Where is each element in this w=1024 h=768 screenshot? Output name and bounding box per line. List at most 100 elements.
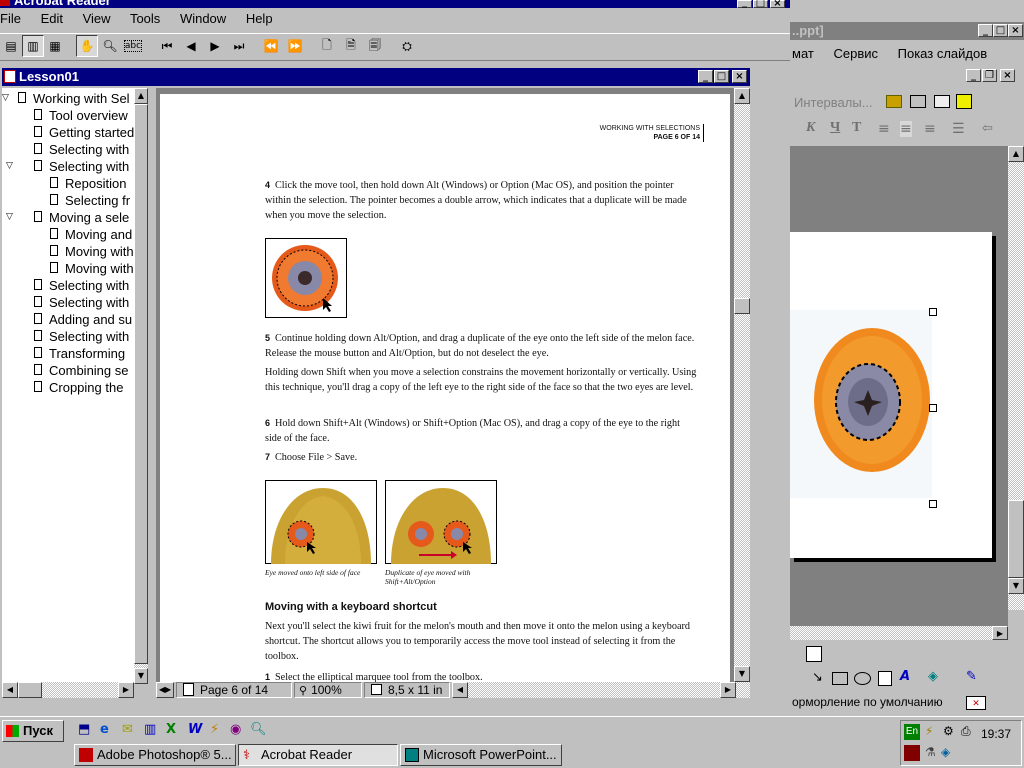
last-page-icon[interactable]: ⏭ [228,35,250,57]
doc-maximize-button[interactable]: □ [714,70,729,83]
menu-edit[interactable]: Edit [41,11,63,26]
bookmarks-vertical-scrollbar[interactable]: ▲ ▼ [134,88,148,684]
pp-timing-label[interactable]: Интервалы... [794,95,873,110]
menu-file[interactable]: File [0,11,21,26]
fill-color-icon[interactable]: ◈ [928,669,938,684]
page-scroll-up-button[interactable]: ▲ [734,88,750,104]
page-only-icon[interactable]: ▤ [0,35,22,57]
powerpoint-minimize-button[interactable]: _ [978,24,993,37]
rectangle-icon[interactable] [910,95,926,108]
grid-icon[interactable] [934,95,950,108]
excel-icon[interactable]: X [166,722,176,737]
page-horizontal-scrollbar[interactable]: ◀ ▶ [452,682,750,698]
folder-icon[interactable] [886,95,902,108]
pdf-page[interactable]: WORKING WITH SELECTIONS PAGE 6 OF 14 4 Cl… [160,94,730,682]
promote-icon[interactable]: ⇦ [982,121,993,136]
page-vertical-scrollbar[interactable]: ▲ ▼ [734,88,750,682]
document-titlebar[interactable]: Lesson01 _ □ × [2,68,750,86]
kiwi-selection-image[interactable] [790,310,940,510]
expand-triangle-icon[interactable]: ▽ [2,90,9,107]
tray-icon-3[interactable]: ⚗ [925,745,936,759]
doc-minimize-button[interactable]: _ [698,70,713,83]
handle[interactable] [929,404,937,412]
menu-tools[interactable]: Tools [130,11,160,26]
acrobat-close-button[interactable]: × [770,0,785,9]
zoom-field[interactable]: ⚲ 100% [294,682,362,698]
slide-view-icon[interactable] [806,646,822,662]
ellipse-tool-icon[interactable] [854,672,871,685]
pp-scroll-down-button[interactable]: ▼ [1008,578,1024,594]
expand-triangle-icon[interactable]: ▽ [6,209,13,226]
page-number-field[interactable]: Page 6 of 14 [176,682,292,698]
acrobat-window[interactable]: Acrobat Reader _ □ × File Edit View Tool… [0,0,790,716]
line-color-icon[interactable]: ✎ [966,669,977,684]
page-view[interactable]: WORKING WITH SELECTIONS PAGE 6 OF 14 4 Cl… [156,88,734,682]
tray-icon-2[interactable]: ⚙ [943,724,954,738]
fit-page-icon[interactable]: 🗎 [340,35,362,57]
bookmarks-horizontal-scrollbar[interactable]: ◀ ▶ [2,682,134,698]
bookmarks-page-icon[interactable]: ▥ [22,35,44,57]
task-acrobat[interactable]: ⚕ Acrobat Reader [238,744,398,766]
handle[interactable] [929,308,937,316]
bookmarks-scroll-up-button[interactable]: ▲ [134,88,148,104]
first-page-icon[interactable]: ⏮ [156,35,178,57]
tray-icon-4[interactable]: ◈ [941,745,950,759]
handle[interactable] [929,500,937,508]
italic-icon[interactable]: K [806,120,815,136]
menu-view[interactable]: View [83,11,111,26]
pp-scroll-up-button[interactable]: ▲ [1008,146,1024,162]
start-button[interactable]: Пуск [2,720,64,742]
pp-slide[interactable] [790,232,992,558]
pp-doc-minimize-button[interactable]: _ [966,69,981,82]
thumbnails-page-icon[interactable]: ▦ [44,35,66,57]
page-scroll-left-button[interactable]: ◀ [452,682,468,698]
bookmarks-scroll-left-button[interactable]: ◀ [2,682,18,698]
tray-icon-1[interactable]: ⚡ [925,724,933,738]
language-indicator-2[interactable] [904,745,920,761]
acrobat-app-icon[interactable] [0,0,10,6]
menu-window[interactable]: Window [180,11,226,26]
desktop-icon[interactable]: ⬒ [78,722,90,737]
pp-scroll-right-button[interactable]: ▶ [992,626,1008,640]
powerpoint-window[interactable]: ..ppt] _ □ × мат Сервис Показ слайдов _ … [790,0,1024,716]
powerpoint-close-button[interactable]: × [1008,24,1023,37]
pp-doc-close-button[interactable]: × [1000,69,1015,82]
menu-help[interactable]: Help [246,11,273,26]
align-center-icon[interactable]: ≡ [900,121,912,137]
powerpoint-quick-icon[interactable]: ⚡ [210,722,219,737]
language-indicator[interactable]: En [904,724,920,740]
expand-triangle-icon[interactable]: ▽ [6,158,13,175]
printer-icon[interactable]: ⎙ [961,724,971,739]
actual-size-icon[interactable]: 🗋 [316,35,338,57]
wordart-tool-icon[interactable]: A [900,669,910,684]
word-doc-icon[interactable]: ▥ [144,722,156,737]
acrobat-titlebar[interactable]: Acrobat Reader [0,0,790,8]
fit-width-icon[interactable]: 🗐 [364,35,386,57]
ie-icon[interactable]: e [100,722,109,737]
page-scroll-left-small[interactable]: ◀▶ [156,682,174,698]
bookmarks-scroll-thumb[interactable] [134,104,148,664]
underline-icon[interactable]: Ч [830,120,840,136]
arrow-tool-icon[interactable]: ↘ [812,670,823,685]
next-page-icon[interactable]: ▶ [204,35,226,57]
access-icon[interactable]: ◉ [230,722,241,737]
align-right-icon[interactable]: ≡ [924,121,936,137]
pp-menu-service[interactable]: Сервис [833,46,878,61]
shadow-icon[interactable]: T [852,120,861,136]
spellcheck-icon[interactable]: ✕ [966,696,986,710]
zoom-tool-icon[interactable]: 🔍︎ [99,35,121,57]
document-window[interactable]: Lesson01 _ □ × ▽ Working with Sel Tool ove… [0,66,752,700]
text-select-icon[interactable]: abc [122,35,144,57]
powerpoint-maximize-button[interactable]: □ [993,24,1008,37]
doc-close-button[interactable]: × [732,70,747,83]
find-icon[interactable]: ⛭ [396,35,418,57]
pp-menu-format[interactable]: мат [792,46,814,61]
outlook-icon[interactable]: ✉ [122,722,133,737]
bookmarks-hscroll-thumb[interactable] [18,682,42,698]
bookmarks-scroll-down-button[interactable]: ▼ [134,668,148,684]
splitter[interactable] [148,88,156,700]
acrobat-minimize-button[interactable]: _ [737,0,752,8]
pp-horizontal-scrollbar[interactable] [790,626,1008,640]
word-icon[interactable]: W [188,722,202,737]
go-forward-icon[interactable]: ⏩ [284,35,306,57]
